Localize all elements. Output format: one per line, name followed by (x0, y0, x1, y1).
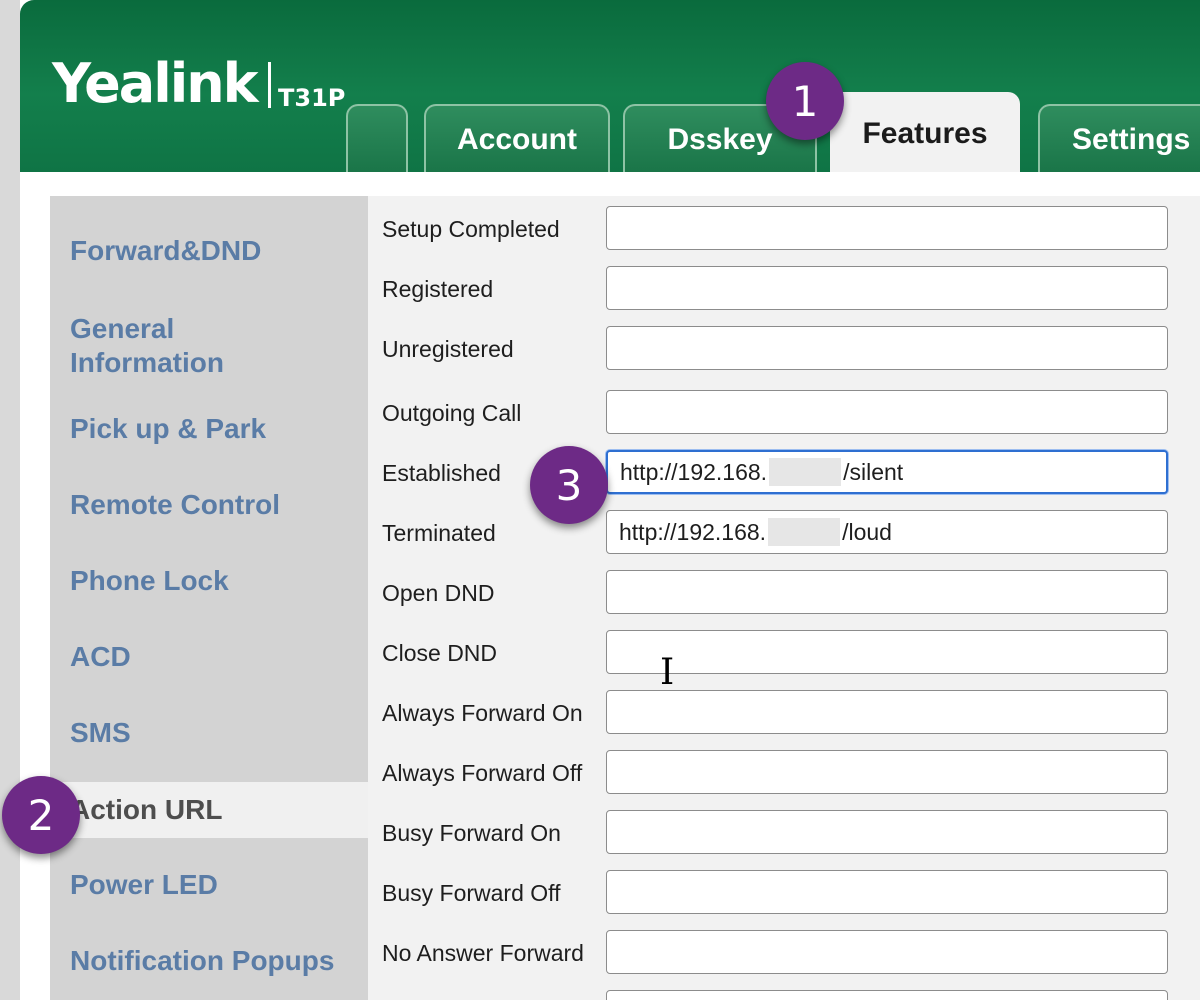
main-area: Forward&DND General Information Pick up … (20, 172, 1200, 1000)
established-url-suffix: /silent (843, 458, 904, 485)
logo-divider (268, 62, 271, 108)
label-no-answer-forward: No Answer Forward (382, 940, 584, 966)
setup-completed-input[interactable] (606, 206, 1168, 250)
sidebar-item-phone-lock[interactable]: Phone Lock (70, 564, 229, 598)
label-terminated: Terminated (382, 520, 496, 546)
label-busy-forward-off: Busy Forward Off (382, 880, 561, 906)
label-busy-forward-on: Busy Forward On (382, 820, 561, 846)
model-label: T31P (278, 84, 346, 112)
sidebar-item-forward-dnd[interactable]: Forward&DND (70, 234, 261, 268)
sidebar-item-remote-control[interactable]: Remote Control (70, 488, 280, 522)
yealink-logo: Yealink (52, 52, 259, 115)
sidebar-item-general-information[interactable]: General Information (70, 312, 310, 380)
sidebar-item-pickup-park[interactable]: Pick up & Park (70, 412, 266, 446)
label-close-dnd: Close DND (382, 640, 498, 666)
action-url-form: Setup Completed Registered Unregistered … (368, 196, 1200, 1000)
label-always-forward-on: Always Forward On (382, 700, 583, 726)
always-forward-off-input[interactable] (606, 750, 1168, 794)
header-bar: Yealink T31P (20, 0, 1200, 172)
established-url-prefix: http://192.168. (620, 458, 768, 485)
unregistered-input[interactable] (606, 326, 1168, 370)
label-always-forward-off: Always Forward Off (382, 760, 583, 786)
sidebar-item-acd[interactable]: ACD (70, 640, 131, 674)
label-setup-completed: Setup Completed (382, 216, 560, 242)
label-open-dnd: Open DND (382, 580, 495, 606)
busy-forward-on-input[interactable] (606, 810, 1168, 854)
step-1-badge: 1 (766, 62, 844, 140)
label-outgoing-call: Outgoing Call (382, 400, 522, 426)
registered-input[interactable] (606, 266, 1168, 310)
label-unregistered: Unregistered (382, 336, 514, 362)
next-row-input[interactable] (606, 990, 1168, 1000)
close-dnd-input[interactable] (606, 630, 1168, 674)
label-registered: Registered (382, 276, 494, 302)
step-2-badge: 2 (2, 776, 80, 854)
tab-features[interactable]: Features (830, 92, 1020, 172)
redacted-ip-block (768, 518, 841, 546)
tab-settings[interactable]: Settings (1038, 104, 1200, 172)
tab-account[interactable]: Account (424, 104, 610, 172)
sidebar-item-action-url[interactable]: Action URL (50, 782, 370, 838)
sidebar-item-power-led[interactable]: Power LED (70, 868, 218, 902)
busy-forward-off-input[interactable] (606, 870, 1168, 914)
terminated-url-prefix: http://192.168. (619, 518, 767, 545)
text-cursor-icon: I (660, 652, 675, 693)
label-established: Established (382, 460, 501, 486)
step-3-badge: 3 (530, 446, 608, 524)
outgoing-call-input[interactable] (606, 390, 1168, 434)
tab-hidden[interactable] (346, 104, 408, 172)
open-dnd-input[interactable] (606, 570, 1168, 614)
no-answer-forward-input[interactable] (606, 930, 1168, 974)
redacted-ip-block (769, 458, 842, 486)
sidebar-item-sms[interactable]: SMS (70, 716, 131, 750)
established-input[interactable]: http://192.168. /silent (606, 450, 1168, 494)
terminated-url-suffix: /loud (842, 518, 892, 545)
sidebar-item-notification-popups[interactable]: Notification Popups (70, 944, 368, 978)
always-forward-on-input[interactable] (606, 690, 1168, 734)
terminated-input[interactable]: http://192.168. /loud (606, 510, 1168, 554)
